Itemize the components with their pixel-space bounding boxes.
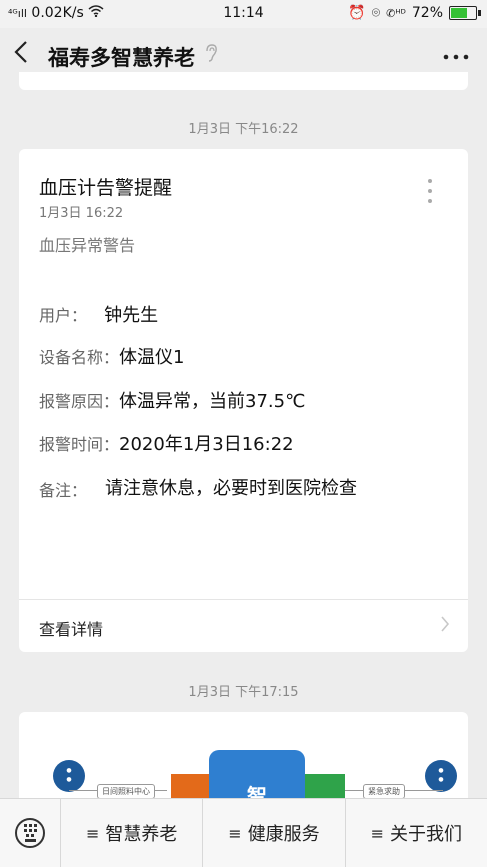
- card-divider: [19, 599, 468, 600]
- card-title: 血压计告警提醒: [39, 177, 173, 199]
- menu-lines-icon: ≡: [85, 823, 100, 843]
- battery-percent: 72%: [411, 5, 443, 21]
- alarm-icon: ⏰: [348, 5, 366, 21]
- more-options-button[interactable]: [443, 38, 469, 68]
- location-icon: ⌾: [371, 5, 381, 21]
- previous-message-card: [19, 72, 468, 90]
- left-label: 日间照料中心: [97, 784, 155, 799]
- field-value: 2020年1月3日16:22: [119, 434, 294, 455]
- menu-label: 智慧养老: [105, 824, 178, 845]
- card-menu-icon[interactable]: [428, 179, 432, 209]
- status-bar: ⁴ᴳıll 0.02K/s 11:14 ⏰ ⌾ ✆ᴴᴰ 72%: [0, 0, 487, 28]
- image-message-card[interactable]: ● ● ● ● 智 日间照料中心 紧急求助: [19, 712, 468, 802]
- card-subtitle: 血压异常警告: [39, 236, 136, 255]
- back-button[interactable]: [14, 40, 28, 70]
- left-circle-badge: ● ●: [53, 760, 85, 792]
- keyboard-icon: [15, 818, 45, 848]
- message-timestamp: 1月3日 下午16:22: [188, 122, 299, 137]
- menu-smart-care[interactable]: ≡ 智慧养老: [61, 799, 204, 867]
- menu-lines-icon: ≡: [228, 823, 242, 843]
- page-title: 福寿多智慧养老: [48, 46, 195, 70]
- keyboard-toggle-button[interactable]: [0, 799, 61, 867]
- card-date: 1月3日 16:22: [39, 206, 124, 221]
- field-note: 备注：: [39, 477, 87, 501]
- field-value: 体温异常，当前37.5℃: [119, 391, 306, 412]
- battery-icon: [449, 6, 481, 20]
- menu-label: 关于我们: [390, 824, 463, 845]
- field-note-value: 请注意休息，必要时到医院检查: [105, 478, 357, 499]
- field-user: 用户： 钟先生: [39, 301, 158, 327]
- right-label: 紧急求助: [363, 784, 405, 799]
- menu-health-service[interactable]: ≡ 健康服务: [203, 799, 346, 867]
- center-blue-block: 智: [209, 750, 305, 802]
- field-device: 设备名称：体温仪1: [39, 343, 184, 369]
- menu-label: 健康服务: [247, 824, 320, 845]
- view-details-link[interactable]: 查看详情: [39, 616, 103, 640]
- battery-fill: [451, 8, 467, 18]
- hd-call-icon: ✆ᴴᴰ: [386, 6, 406, 20]
- chevron-right-icon: [440, 615, 450, 638]
- status-right: ⏰ ⌾ ✆ᴴᴰ 72%: [348, 5, 481, 21]
- field-value: 体温仪1: [119, 347, 185, 368]
- ear-icon: [204, 44, 218, 66]
- field-time: 报警时间：2020年1月3日16:22: [39, 430, 294, 456]
- field-label: 用户：: [39, 306, 88, 325]
- right-circle-badge: ● ●: [425, 760, 457, 792]
- more-icon: [443, 54, 469, 60]
- bottom-menu-bar: ≡ 智慧养老 ≡ 健康服务 ≡ 关于我们: [0, 798, 487, 867]
- field-value: 钟先生: [104, 305, 159, 326]
- field-label: 报警时间：: [39, 435, 120, 454]
- message-timestamp: 1月3日 下午17:15: [188, 685, 299, 700]
- field-reason: 报警原因：体温异常，当前37.5℃: [39, 387, 305, 413]
- back-arrow-icon: [14, 41, 27, 63]
- battery-tip: [478, 10, 481, 16]
- field-label: 备注：: [39, 481, 88, 500]
- field-label: 报警原因：: [39, 392, 120, 411]
- field-label: 设备名称：: [39, 348, 120, 367]
- menu-lines-icon: ≡: [370, 823, 385, 843]
- alert-message-card[interactable]: 血压计告警提醒 1月3日 16:22 血压异常警告 用户： 钟先生 设备名称：体…: [19, 149, 468, 652]
- menu-about-us[interactable]: ≡ 关于我们: [346, 799, 487, 867]
